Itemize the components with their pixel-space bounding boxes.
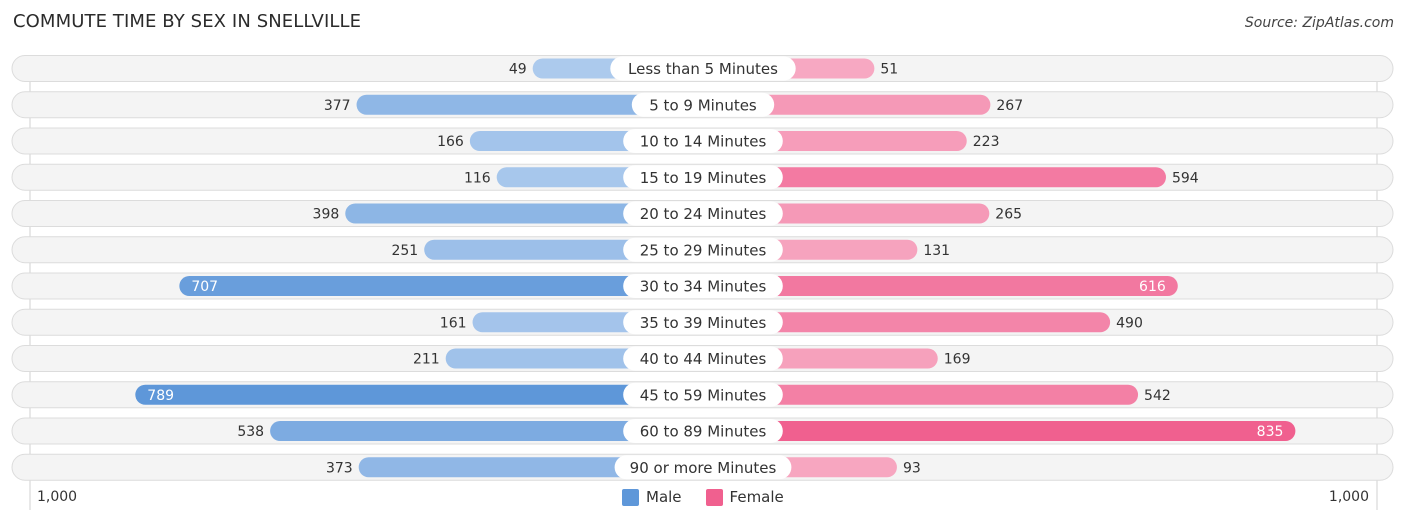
value-label-female: 835: [1257, 424, 1284, 440]
legend-swatch-male: [622, 488, 639, 506]
value-label-male: 398: [313, 207, 340, 223]
category-label: 25 to 29 Minutes: [640, 241, 767, 259]
value-label-male: 789: [147, 388, 174, 404]
legend: Male Female: [622, 488, 808, 506]
value-label-female: 542: [1144, 388, 1171, 404]
value-label-male: 377: [324, 98, 351, 114]
value-label-male: 538: [237, 424, 264, 440]
category-label: 45 to 59 Minutes: [640, 386, 767, 404]
value-label-male: 211: [413, 352, 440, 368]
category-label: Less than 5 Minutes: [628, 60, 778, 78]
value-label-male: 166: [437, 134, 464, 150]
legend-swatch-female: [705, 488, 723, 506]
category-label: 40 to 44 Minutes: [640, 350, 767, 368]
value-label-female: 490: [1116, 315, 1143, 331]
value-label-female: 265: [995, 207, 1022, 223]
category-label: 35 to 39 Minutes: [640, 314, 767, 332]
value-label-female: 223: [973, 134, 1000, 150]
value-label-male: 116: [464, 170, 491, 186]
chart-area: 49 51 Less than 5 Minutes 377 267 5 to 9 Minu…: [11, 55, 1394, 510]
axis-label-right: 1,000: [1328, 489, 1369, 505]
value-label-female: 51: [880, 62, 898, 78]
legend-label-female: Female: [729, 488, 784, 506]
value-label-female: 169: [944, 352, 971, 368]
value-label-female: 93: [903, 460, 921, 476]
category-label: 20 to 24 Minutes: [640, 205, 767, 223]
category-label: 10 to 14 Minutes: [640, 133, 767, 151]
axis-label-left: 1,000: [37, 489, 78, 505]
category-label: 30 to 34 Minutes: [640, 278, 767, 296]
category-label: 15 to 19 Minutes: [640, 169, 767, 187]
value-label-female: 131: [923, 243, 950, 259]
category-label: 90 or more Minutes: [630, 459, 777, 477]
category-label: 60 to 89 Minutes: [640, 423, 767, 441]
value-label-male: 161: [440, 315, 467, 331]
bar-male: [135, 384, 703, 405]
value-label-female: 267: [996, 98, 1023, 114]
legend-item-male: Male: [622, 488, 682, 506]
value-label-male: 251: [391, 243, 418, 259]
value-label-male: 707: [191, 279, 218, 295]
category-label: 5 to 9 Minutes: [649, 96, 757, 114]
legend-item-female: Female: [705, 488, 784, 506]
value-label-male: 373: [326, 460, 353, 476]
value-label-male: 49: [509, 62, 527, 78]
value-label-female: 594: [1172, 170, 1199, 186]
legend-label-male: Male: [646, 488, 682, 506]
value-label-female: 616: [1139, 279, 1166, 295]
bar-female: [703, 421, 1296, 441]
